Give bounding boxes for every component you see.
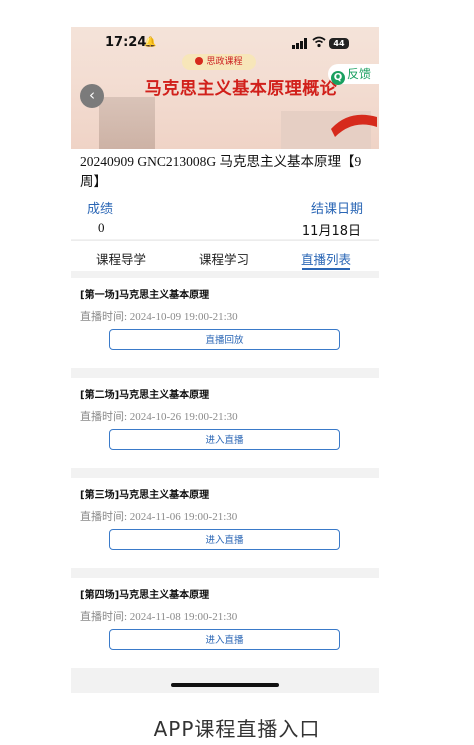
course-category-badge: 思政课程 [182, 54, 256, 70]
feedback-icon: Q [331, 71, 345, 85]
session-time: 直播时间: 2024-10-26 19:00-21:30 [80, 411, 238, 423]
enter-live-button[interactable]: 进入直播 [109, 529, 340, 550]
chevron-left-icon: ‹ [89, 86, 95, 104]
course-tabs: 课程导学 课程学习 直播列表 [71, 240, 379, 271]
banner-building-illustration [99, 97, 155, 149]
course-banner: 17:24 🔔 44 思政课程 马克思主义基本原理概论 ‹ Q 反馈 [71, 27, 379, 149]
replay-button[interactable]: 直播回放 [109, 329, 340, 350]
figure-caption: APP课程直播入口 [153, 717, 321, 741]
live-session-card: [第二场]马克思主义基本原理 直播时间: 2024-10-26 19:00-21… [71, 378, 379, 468]
session-time: 直播时间: 2024-11-06 19:00-21:30 [80, 511, 238, 523]
emblem-icon [195, 57, 204, 65]
live-session-card: [第一场]马克思主义基本原理 直播时间: 2024-10-09 19:00-21… [71, 278, 379, 368]
phone-screen: 17:24 🔔 44 思政课程 马克思主义基本原理概论 ‹ Q 反馈 20240… [71, 27, 379, 693]
wifi-icon [312, 36, 326, 48]
tab-course-guide[interactable]: 课程导学 [96, 249, 146, 268]
red-ribbon-icon [331, 114, 377, 137]
enter-live-button[interactable]: 进入直播 [109, 429, 340, 450]
tab-live-list[interactable]: 直播列表 [301, 249, 351, 268]
session-title: [第三场]马克思主义基本原理 [80, 490, 210, 501]
status-bar: 17:24 🔔 44 [71, 35, 379, 55]
banner-title: 马克思主义基本原理概论 [144, 79, 338, 99]
score-label: 成绩 [87, 202, 114, 217]
end-date-value: 11月18日 [301, 224, 361, 239]
mute-bell-icon: 🔔 [144, 37, 157, 48]
live-session-card: [第三场]马克思主义基本原理 直播时间: 2024-11-06 19:00-21… [71, 478, 379, 568]
end-date-label: 结课日期 [310, 202, 363, 217]
status-time: 17:24 [105, 35, 147, 50]
course-info-card: 20240909 GNC213008G 马克思主义基本原理【9周】 成绩 0 结… [71, 149, 379, 239]
feedback-label: 反馈 [347, 67, 372, 81]
course-name: 20240909 GNC213008G 马克思主义基本原理【9周】 [80, 154, 362, 189]
badge-label: 思政课程 [206, 57, 243, 67]
score-value: 0 [98, 220, 105, 235]
live-session-card: [第四场]马克思主义基本原理 直播时间: 2024-11-08 19:00-21… [71, 578, 379, 668]
session-time: 直播时间: 2024-10-09 19:00-21:30 [80, 311, 238, 323]
active-tab-indicator [302, 268, 350, 270]
tab-course-study[interactable]: 课程学习 [199, 249, 249, 268]
home-indicator[interactable] [171, 683, 279, 687]
session-time: 直播时间: 2024-11-08 19:00-21:30 [80, 611, 238, 623]
session-title: [第一场]马克思主义基本原理 [80, 290, 210, 301]
enter-live-button[interactable]: 进入直播 [109, 629, 340, 650]
session-title: [第二场]马克思主义基本原理 [80, 390, 210, 401]
signal-icon [292, 38, 307, 49]
back-button[interactable]: ‹ [80, 84, 104, 108]
session-title: [第四场]马克思主义基本原理 [80, 590, 210, 601]
battery-icon: 44 [329, 38, 349, 49]
feedback-button[interactable]: Q 反馈 [328, 64, 379, 85]
